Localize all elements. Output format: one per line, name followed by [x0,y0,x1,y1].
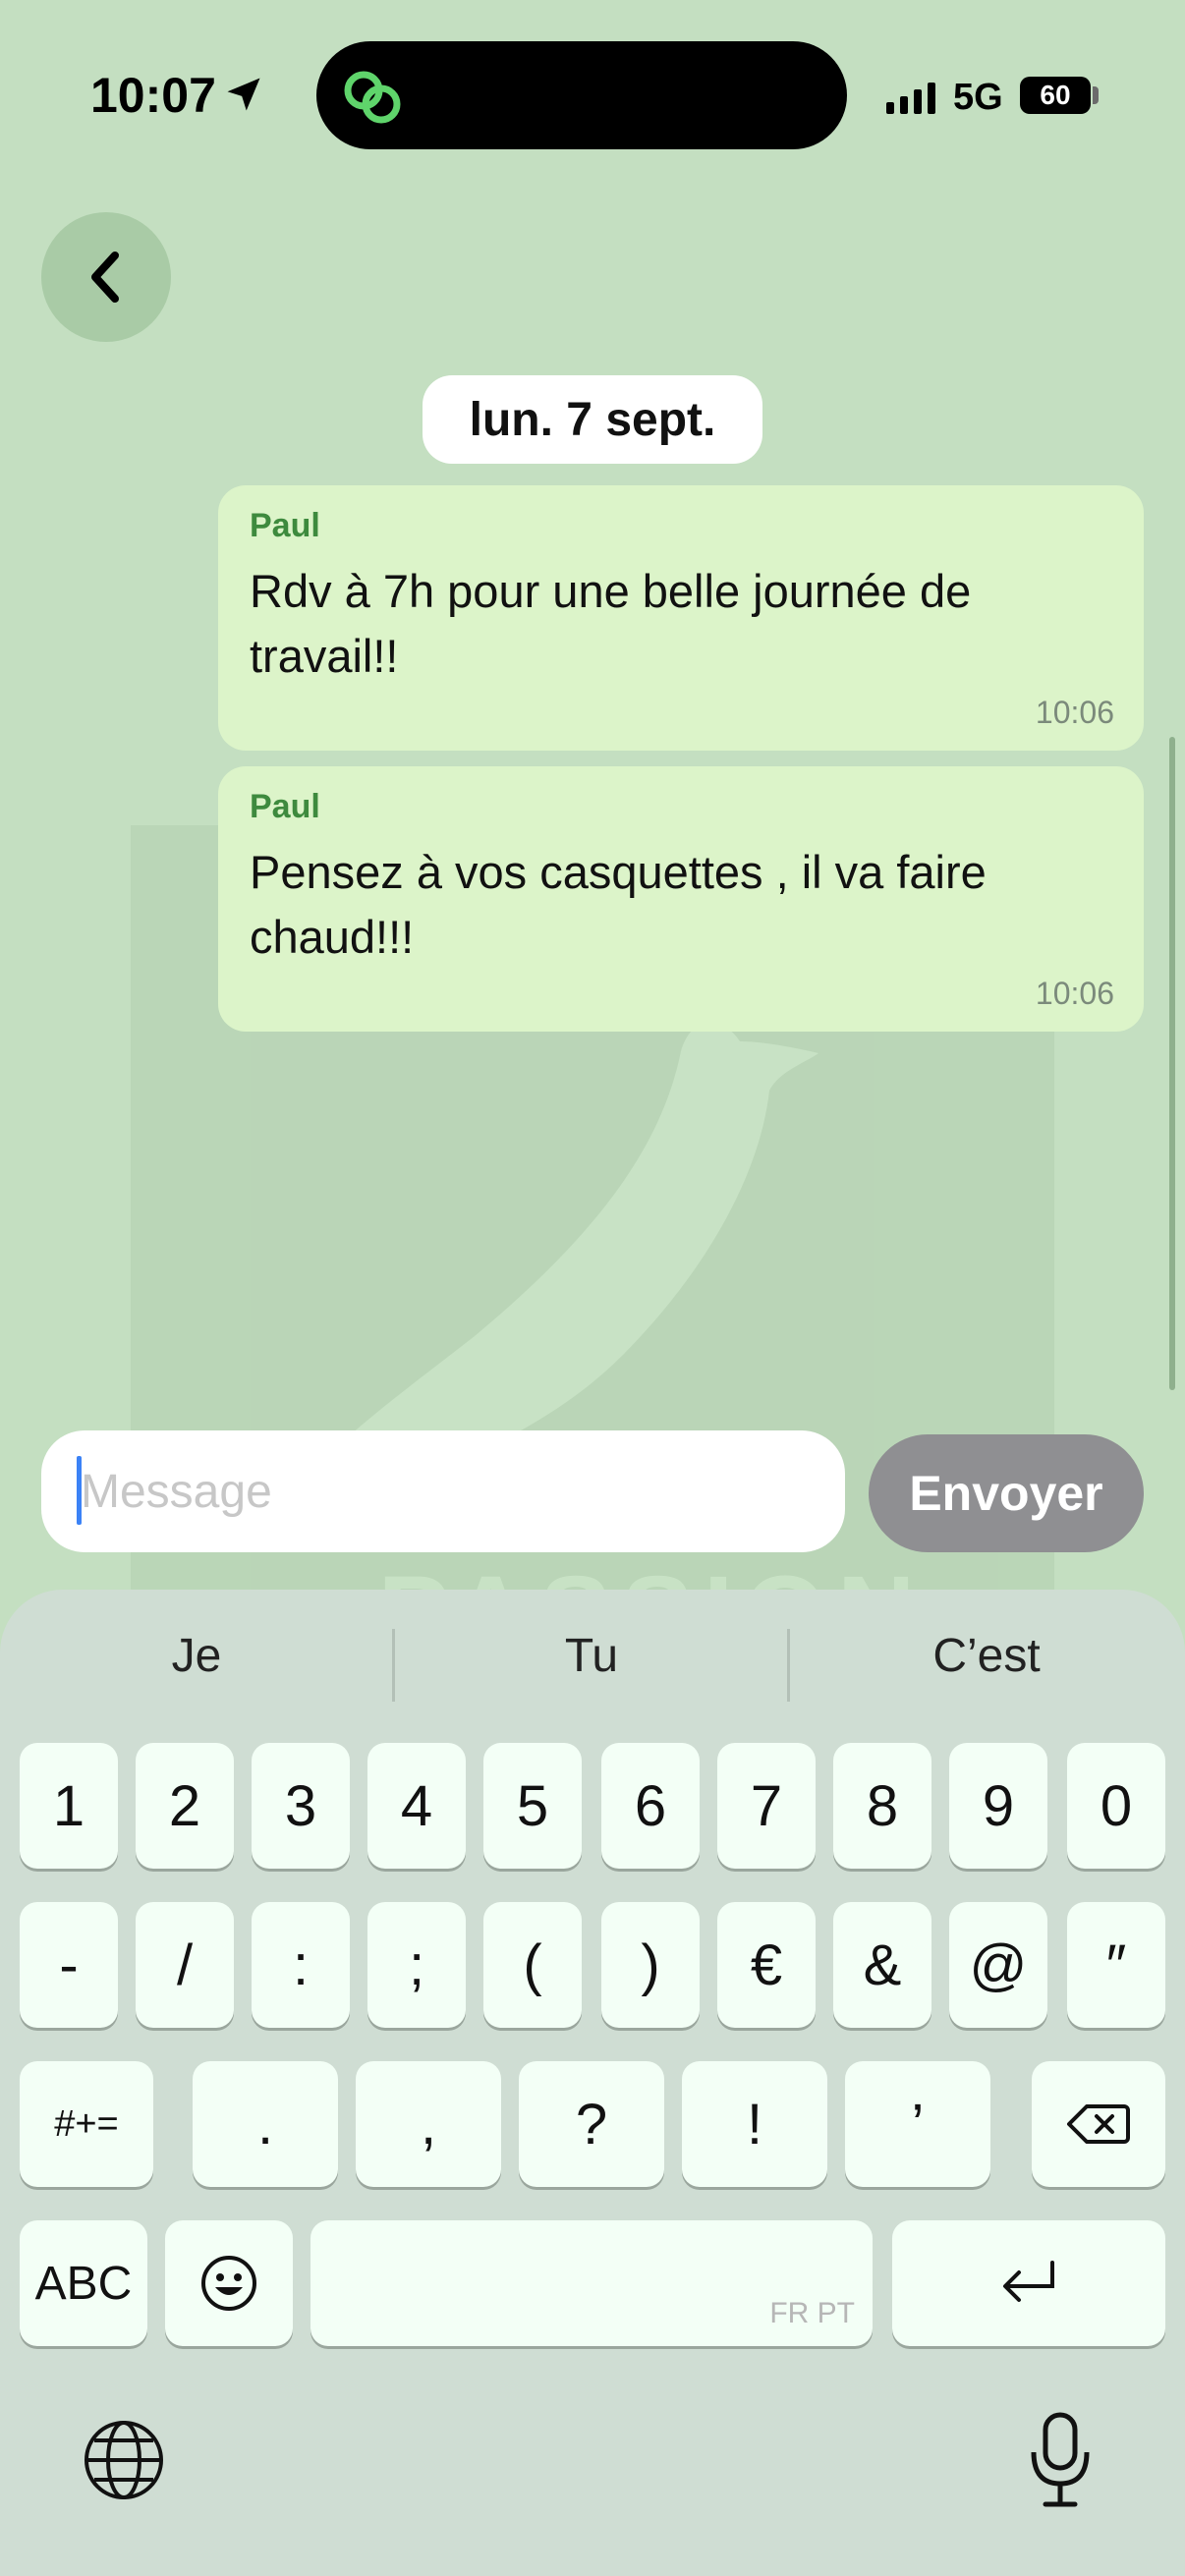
key[interactable]: 5 [483,1743,582,1869]
scroll-indicator[interactable] [1169,737,1175,1390]
key[interactable]: ? [519,2061,664,2187]
key[interactable]: : [252,1902,350,2028]
delete-key[interactable] [1032,2061,1165,2187]
key[interactable]: , [356,2061,501,2187]
key[interactable]: - [20,1902,118,2028]
cellular-signal-icon [886,83,935,114]
keyboard: Je Tu C’est 1 2 3 4 5 6 7 8 9 0 - / : ; … [0,1590,1185,2576]
key[interactable]: @ [949,1902,1047,2028]
key[interactable]: / [136,1902,234,2028]
message-time: 10:06 [1035,976,1114,1011]
key[interactable]: 9 [949,1743,1047,1869]
key[interactable]: 6 [601,1743,700,1869]
key[interactable]: 1 [20,1743,118,1869]
key[interactable]: ( [483,1902,582,2028]
message-time: 10:06 [1035,695,1114,730]
return-arrow-icon [1003,2261,1054,2302]
key[interactable]: 3 [252,1743,350,1869]
battery-cap [1093,86,1099,104]
emoji-icon [201,2256,256,2311]
text-caret [77,1456,82,1525]
suggestion-item[interactable]: Je [0,1629,393,1683]
status-bar: 10:07 5G 60 [0,0,1185,196]
message-sender: Paul [250,507,320,544]
battery-icon: 60 [1020,77,1091,114]
return-key[interactable] [892,2220,1165,2346]
key[interactable]: 7 [717,1743,816,1869]
back-button[interactable] [41,212,171,342]
microphone-icon[interactable] [1026,2411,1095,2509]
message-input[interactable] [41,1430,845,1552]
key[interactable]: ) [601,1902,700,2028]
message-bubble[interactable]: Paul Rdv à 7h pour une belle journée de … [218,485,1144,751]
suggestion-item[interactable]: Tu [395,1629,788,1683]
symbols-key[interactable]: #+= [20,2061,153,2187]
emoji-key[interactable] [165,2220,293,2346]
key[interactable]: ! [682,2061,827,2187]
location-arrow-icon [227,78,260,111]
key[interactable]: 0 [1067,1743,1165,1869]
message-text: Rdv à 7h pour une belle journée de trava… [250,565,972,682]
key[interactable]: ″ [1067,1902,1165,2028]
key[interactable]: ; [367,1902,466,2028]
suggestion-bar: Je Tu C’est [0,1590,1185,1737]
message-sender: Paul [250,788,320,825]
key[interactable]: 2 [136,1743,234,1869]
key[interactable]: . [193,2061,338,2187]
key[interactable]: € [717,1902,816,2028]
suggestion-item[interactable]: C’est [790,1629,1183,1683]
globe-icon[interactable] [83,2419,165,2501]
chevron-left-icon [91,252,119,303]
date-separator: lun. 7 sept. [423,375,762,464]
key[interactable]: ’ [845,2061,990,2187]
dynamic-island [316,41,847,149]
space-key[interactable]: FR PT [310,2220,873,2346]
key[interactable]: 4 [367,1743,466,1869]
send-button[interactable]: Envoyer [869,1434,1144,1552]
backspace-icon [1067,2104,1130,2144]
abc-key[interactable]: ABC [20,2220,147,2346]
message-bubble[interactable]: Paul Pensez à vos casquettes , il va fai… [218,766,1144,1032]
status-time: 10:07 [90,68,216,123]
link-app-icon [344,71,401,124]
message-text: Pensez à vos casquettes , il va faire ch… [250,846,987,963]
network-type: 5G [953,77,1003,118]
key[interactable]: & [833,1902,931,2028]
key[interactable]: 8 [833,1743,931,1869]
